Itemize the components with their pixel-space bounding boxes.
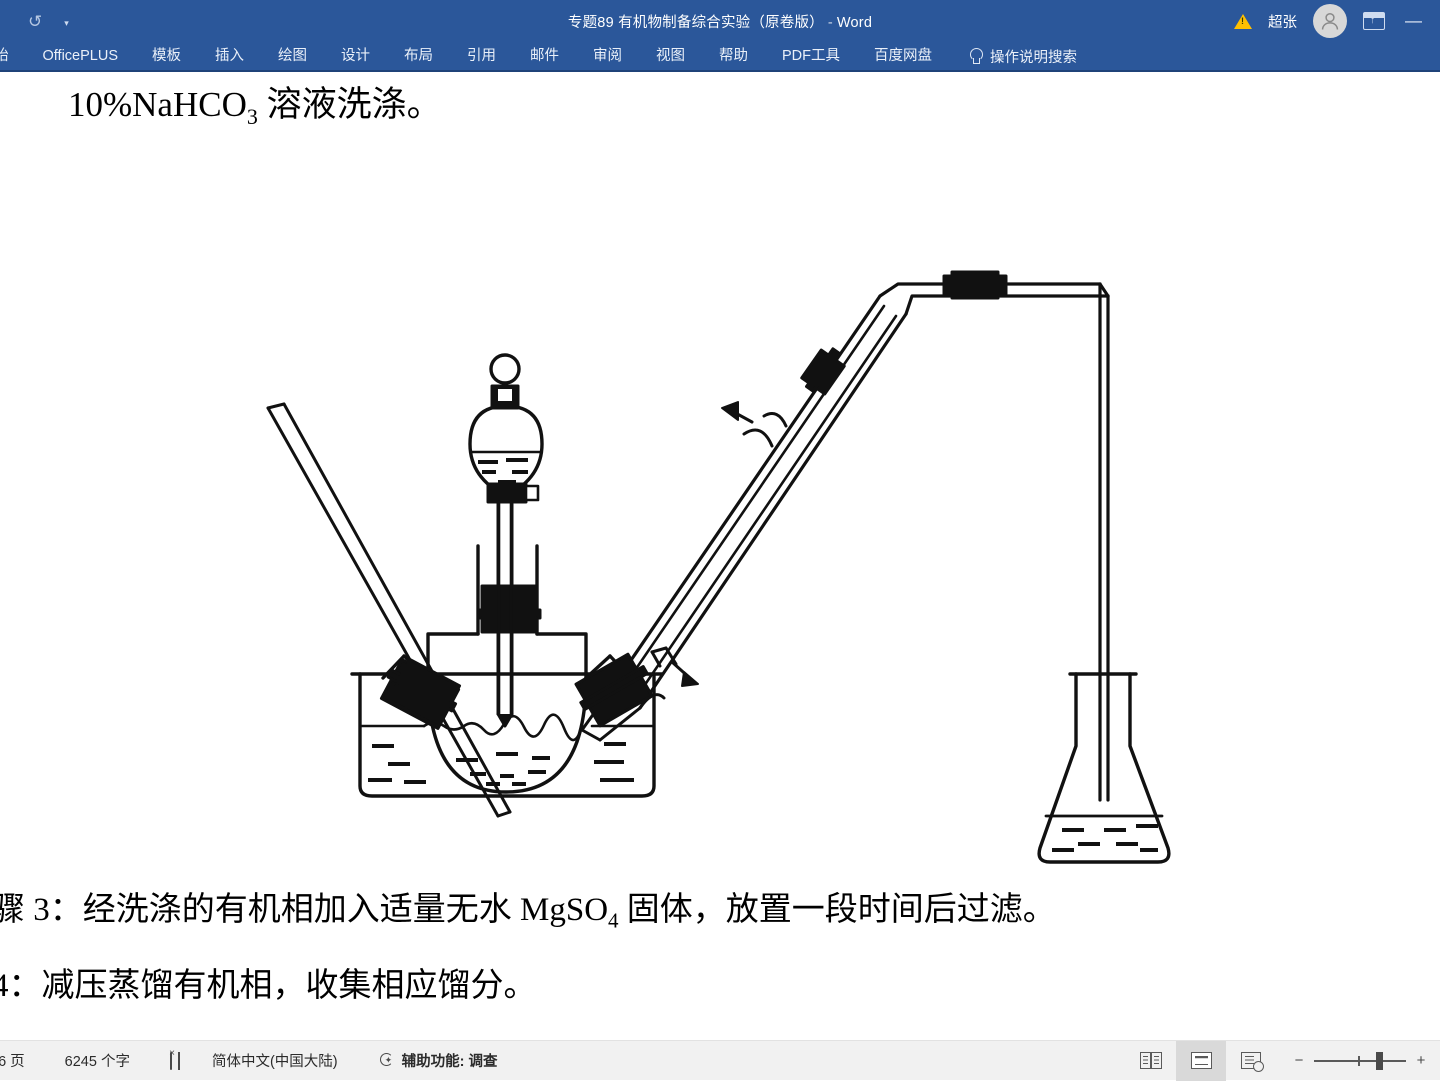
step3-prefix: 骤 3：经洗涤的有机相加入适量无水 MgSO (0, 892, 608, 928)
status-bar-left: 16 页 6245 个字 简体中文(中国大陆) 辅助功能: 调查 (0, 1050, 518, 1071)
zoom-out-button[interactable]: − (1288, 1052, 1310, 1069)
document-title-text: 专题89 有机物制备综合实验（原卷版） (568, 15, 824, 31)
app-name-text: Word (837, 15, 872, 31)
tab-draw[interactable]: 绘图 (261, 41, 324, 71)
tab-review[interactable]: 审阅 (576, 41, 639, 71)
tab-template[interactable]: 模板 (135, 41, 198, 71)
zoom-slider-track[interactable] (1314, 1060, 1406, 1062)
tell-me-label: 操作说明搜索 (990, 46, 1077, 67)
lightbulb-icon (969, 48, 982, 65)
document-canvas[interactable]: 10%NaHCO3 溶液洗涤。 (0, 74, 1440, 1040)
read-mode-icon (1140, 1052, 1162, 1069)
ribbon-display-options-icon[interactable] (1363, 12, 1385, 30)
tell-me-search[interactable]: 操作说明搜索 (949, 46, 1077, 67)
title-bar: ↺ ▾ 专题89 有机物制备综合实验（原卷版）-Word 超张 — (0, 0, 1440, 42)
web-layout-icon (1241, 1052, 1261, 1069)
minimize-button[interactable]: — (1401, 11, 1426, 31)
zoom-slider-handle[interactable] (1376, 1052, 1383, 1070)
tab-home[interactable]: 始 (0, 41, 26, 71)
undo-icon[interactable]: ↺ (28, 13, 42, 30)
step3-subscript: 4 (608, 909, 619, 933)
tab-insert[interactable]: 插入 (198, 41, 261, 71)
tab-pdf-tools[interactable]: PDF工具 (765, 41, 857, 71)
proofing-errors-icon (170, 1052, 172, 1070)
word-count-label[interactable]: 6245 个字 (45, 1050, 150, 1071)
account-name-label[interactable]: 超张 (1268, 11, 1297, 32)
tab-design[interactable]: 设计 (324, 41, 387, 71)
document-paragraph-step3: 骤 3：经洗涤的有机相加入适量无水 MgSO4 固体，放置一段时间后过滤。 (0, 882, 1056, 934)
page-count-label[interactable]: 16 页 (0, 1050, 45, 1071)
tab-mailings[interactable]: 邮件 (513, 41, 576, 71)
tab-baidu-netdisk[interactable]: 百度网盘 (857, 41, 949, 71)
title-separator: - (828, 15, 833, 31)
step3-suffix: 固体，放置一段时间后过滤。 (619, 892, 1056, 928)
window-title: 专题89 有机物制备综合实验（原卷版）-Word (0, 11, 1440, 32)
read-mode-view-button[interactable] (1126, 1041, 1176, 1081)
accessibility-label: 辅助功能: 调查 (402, 1050, 498, 1071)
web-layout-view-button[interactable] (1226, 1041, 1276, 1081)
customize-qat-caret-icon[interactable]: ▾ (64, 18, 69, 29)
zoom-slider-midpoint (1358, 1056, 1360, 1066)
accessibility-icon (378, 1052, 395, 1069)
quick-access-toolbar: ↺ ▾ (0, 0, 69, 42)
print-layout-view-button[interactable] (1176, 1041, 1226, 1081)
tab-layout[interactable]: 布局 (387, 41, 450, 71)
avatar[interactable] (1313, 4, 1347, 38)
status-bar-right: − + (1126, 1041, 1440, 1080)
ribbon-tab-bar: 始 OfficePLUS 模板 插入 绘图 设计 布局 引用 邮件 审阅 视图 … (0, 42, 1440, 72)
tab-references[interactable]: 引用 (450, 41, 513, 71)
title-bar-right-controls: 超张 — (1234, 0, 1440, 42)
tab-officeplus[interactable]: OfficePLUS (26, 41, 136, 71)
proofing-errors-icon-wrap[interactable] (150, 1053, 192, 1069)
accessibility-status[interactable]: 辅助功能: 调查 (358, 1050, 518, 1071)
zoom-control[interactable]: − + (1276, 1052, 1440, 1069)
document-paragraph-step4: 4：减压蒸馏有机相，收集相应馏分。 (0, 958, 537, 1006)
status-bar: 16 页 6245 个字 简体中文(中国大陆) 辅助功能: 调查 − + (0, 1040, 1440, 1080)
language-label[interactable]: 简体中文(中国大陆) (192, 1050, 358, 1071)
warning-triangle-icon[interactable] (1234, 14, 1252, 29)
tab-help[interactable]: 帮助 (702, 41, 765, 71)
zoom-in-button[interactable]: + (1410, 1052, 1432, 1069)
print-layout-icon (1191, 1052, 1212, 1069)
tab-view[interactable]: 视图 (639, 41, 702, 71)
